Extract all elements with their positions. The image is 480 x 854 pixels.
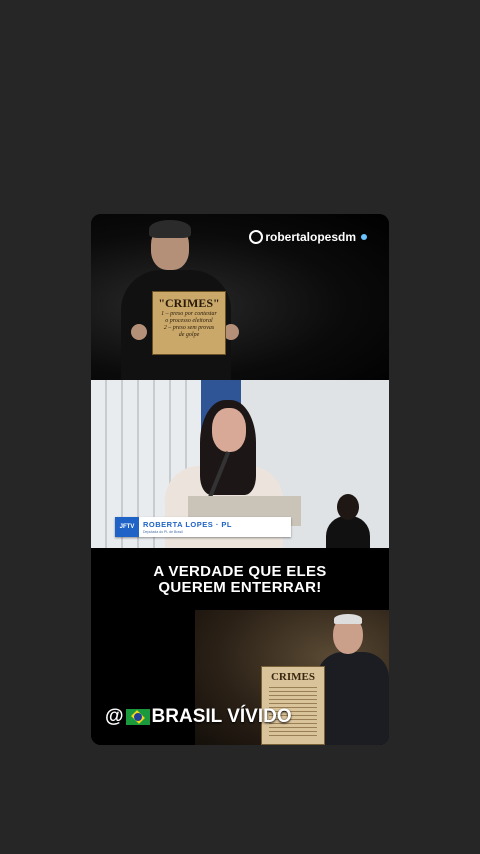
- speaker-subtitle: Deputada do PL de Brasil: [143, 530, 183, 534]
- sign-title: "CRIMES": [158, 296, 220, 310]
- sign-line: 2 – preso sem provas: [163, 325, 215, 331]
- middle-video-panel: JFTV ROBERTA LOPES · PL Deputada do PL d…: [91, 380, 389, 548]
- left-hand: [131, 324, 147, 340]
- man-hair: [334, 614, 362, 624]
- dot-icon: [361, 234, 367, 240]
- headline-line-2: QUEREM ENTERRAR!: [158, 579, 322, 596]
- footer-text: BRASIL VÍVIDO: [151, 706, 292, 727]
- instagram-logo-icon: [249, 230, 264, 244]
- sign-line: o processo eleitoral: [165, 318, 213, 324]
- headline-line-1: A VERDADE QUE ELES: [153, 563, 327, 580]
- headline: A VERDADE QUE ELES QUEREM ENTERRAR!: [91, 564, 389, 596]
- watermark-handle: robertalopesdm: [265, 230, 356, 244]
- watermark: robertalopesdm: [249, 230, 367, 244]
- scroll-title: CRIMES: [270, 671, 315, 683]
- man-suit: [317, 652, 389, 745]
- sign-line: de golpe: [178, 332, 200, 338]
- sign-language-interpreter: [324, 494, 372, 548]
- interpreter-head: [337, 494, 359, 520]
- channel-logo: JFTV: [115, 517, 139, 537]
- man-hair: [149, 220, 191, 238]
- sign-line: 1 – preso por contestar: [161, 311, 217, 317]
- at-symbol: @: [105, 706, 124, 727]
- top-image-panel: "CRIMES" 1 – preso por contestar o proce…: [91, 214, 389, 380]
- story-card: "CRIMES" 1 – preso por contestar o proce…: [91, 214, 389, 745]
- interpreter-body: [326, 516, 370, 548]
- footer-handle: @ BRASIL VÍVIDO: [105, 706, 292, 728]
- brazil-flag-icon: [125, 709, 150, 725]
- crimes-sign: "CRIMES" 1 – preso por contestar o proce…: [152, 291, 226, 355]
- speaker-name: ROBERTA LOPES · PL: [143, 520, 233, 529]
- speaker-face: [212, 408, 246, 452]
- lower-third: JFTV ROBERTA LOPES · PL Deputada do PL d…: [115, 517, 291, 537]
- bottom-image-panel: A VERDADE QUE ELES QUEREM ENTERRAR! CRIM…: [91, 548, 389, 745]
